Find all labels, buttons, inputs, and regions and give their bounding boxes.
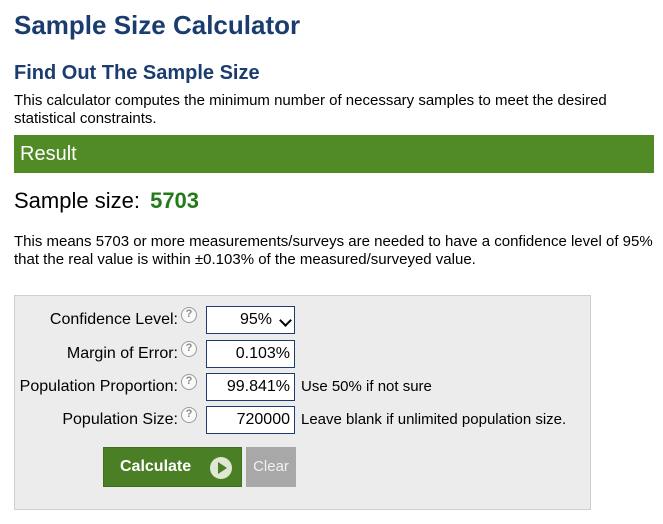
confidence-level-value: 95% — [239, 311, 272, 328]
percent-unit: % — [275, 345, 290, 362]
population-proportion-input[interactable]: 99.841% — [206, 373, 295, 401]
play-icon — [210, 457, 232, 479]
sample-size-value: 5703 — [150, 188, 200, 213]
confidence-level-label: Confidence Level: — [49, 311, 178, 328]
chevron-down-icon — [279, 314, 292, 327]
margin-of-error-label: Margin of Error: — [66, 345, 178, 362]
sample-size-label: Sample size: — [14, 188, 140, 213]
section-title: Find Out The Sample Size — [14, 62, 260, 84]
percent-unit: % — [275, 378, 290, 395]
confidence-level-select[interactable]: 95% — [206, 306, 295, 334]
population-size-label: Population Size: — [62, 411, 178, 428]
help-icon[interactable]: ? — [181, 407, 197, 423]
population-proportion-value: 99.841 — [226, 378, 276, 395]
sample-size-result: Sample size: 5703 — [14, 188, 199, 214]
population-proportion-note: Use 50% if not sure — [301, 378, 432, 395]
calculator-description: This calculator computes the minimum num… — [14, 92, 607, 127]
help-icon[interactable]: ? — [181, 307, 197, 323]
population-proportion-label: Population Proportion: — [19, 378, 178, 395]
population-size-value: 720000 — [236, 411, 290, 428]
population-size-input[interactable]: 720000 — [206, 406, 295, 434]
calculator-form: Confidence Level: ? 95% Margin of Error:… — [14, 295, 591, 510]
margin-of-error-value: 0.103 — [235, 345, 276, 362]
margin-of-error-input[interactable]: 0.103% — [206, 340, 295, 368]
page-title: Sample Size Calculator — [14, 10, 301, 40]
result-header: Result — [14, 135, 654, 173]
result-explanation: This means 5703 or more measurements/sur… — [14, 233, 653, 268]
clear-button[interactable]: Clear — [246, 447, 296, 487]
population-size-note: Leave blank if unlimited population size… — [301, 411, 567, 428]
help-icon[interactable]: ? — [181, 341, 197, 357]
calculate-label: Calculate — [120, 458, 192, 475]
calculate-button[interactable]: Calculate — [103, 447, 242, 487]
help-icon[interactable]: ? — [181, 374, 197, 390]
